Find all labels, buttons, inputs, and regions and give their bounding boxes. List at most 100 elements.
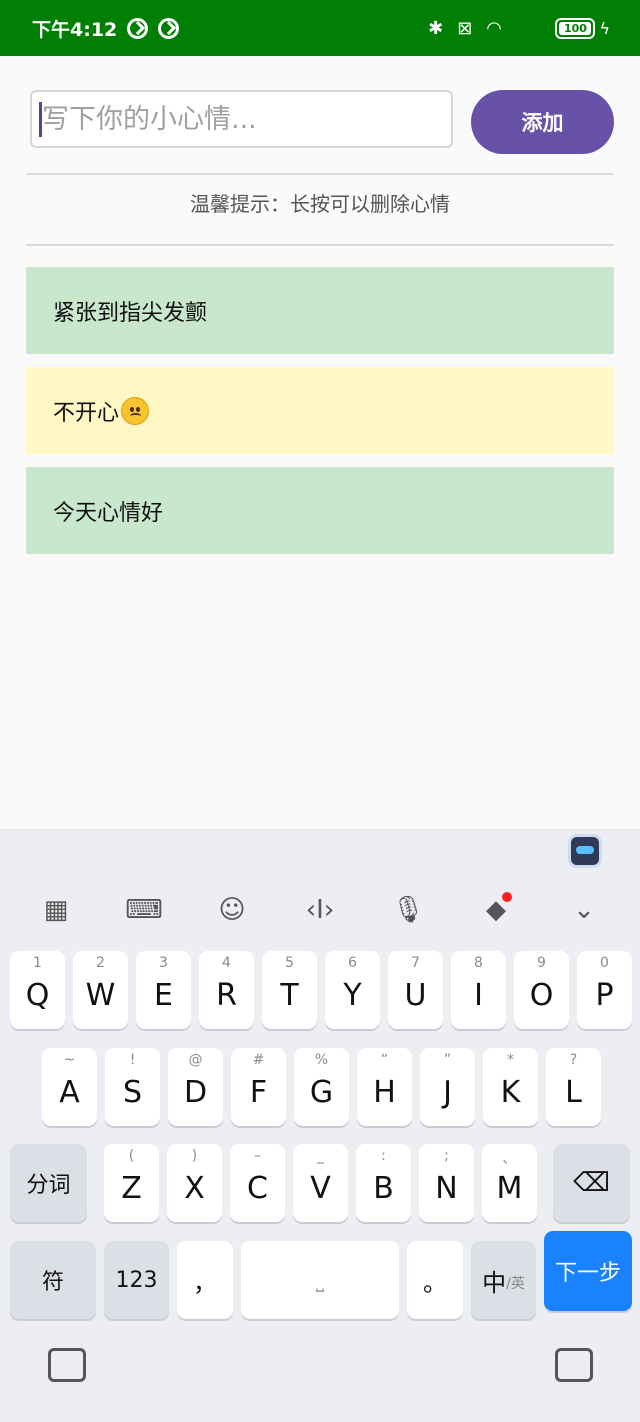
key-u[interactable]: 7U [388,951,443,1029]
backspace-key[interactable]: ⌫ [553,1144,630,1222]
key-label: Z [121,1170,142,1206]
mood-item[interactable]: 紧张到指尖发颤 [26,267,614,354]
key-label: 123 [115,1267,158,1293]
key-d[interactable]: @ D [168,1048,223,1126]
charging-icon: ϟ [599,19,610,38]
key-label: M [496,1170,523,1206]
keyboard-toolbar: ▦ ⌨ ☺ ‹I› 🎙 ◆ ⌄ [0,882,640,938]
no-sim-icon: ⊠ [457,17,473,39]
key-t[interactable]: 5T [262,951,317,1029]
key-hint: 2 [96,955,105,971]
status-time: 下午4:12 [32,18,118,41]
emoji-icon[interactable]: ☺ [212,890,252,930]
key-r[interactable]: 4R [199,951,254,1029]
key-f[interactable]: # F [231,1048,286,1126]
key-m[interactable]: 、 M [482,1144,537,1222]
key-label: S [122,1074,143,1110]
space-mic-icon: ⎵ [316,1268,324,1292]
battery-indicator: 100 ϟ [555,18,610,39]
key-hint: ( [128,1148,135,1164]
key-a[interactable]: ~ A [42,1048,97,1126]
key-label: U [404,977,427,1013]
status-bar: 下午4:12 ✱ ⊠ ◠ 100 ϟ [0,0,640,56]
divider [26,244,614,246]
key-z[interactable]: (Z [104,1144,159,1222]
key-i[interactable]: 8I [451,951,506,1029]
apps-grid-icon[interactable]: ▦ [36,890,76,930]
cursor-move-icon[interactable]: ‹I› [300,890,340,930]
key-label: A [59,1074,80,1110]
key-w[interactable]: 2W [73,951,128,1029]
key-label: H [373,1074,396,1110]
segment-key[interactable]: 分词 [10,1144,87,1222]
key-hint: 5 [285,955,294,971]
diamond-icon[interactable]: ◆ [476,890,516,930]
key-hint: ~ [63,1052,76,1068]
key-label: P [595,977,614,1013]
battery-level: 100 [559,22,592,35]
key-q[interactable]: 1Q [10,951,65,1029]
key-label: J [443,1074,452,1110]
key-hint: 1 [33,955,42,971]
key-y[interactable]: 6Y [325,951,380,1029]
add-button[interactable]: 添加 [471,90,614,154]
key-hint: _ [317,1148,324,1164]
key-hint: – [254,1148,261,1164]
key-label: R [216,977,237,1013]
comma-key[interactable]: ， [177,1241,233,1319]
key-g[interactable]: % G [294,1048,349,1126]
key-l[interactable]: ? L [546,1048,601,1126]
numeric-key[interactable]: 123 [104,1241,169,1319]
key-n[interactable]: ; N [419,1144,474,1222]
key-c[interactable]: – C [230,1144,285,1222]
mood-list: 紧张到指尖发颤 不开心今天心情好 [26,267,614,567]
key-label: F [249,1074,268,1110]
key-e[interactable]: 3E [136,951,191,1029]
key-hint: 8 [474,955,483,971]
key-v[interactable]: _ V [293,1144,348,1222]
status-icons: ✱ ⊠ ◠ [428,0,502,56]
assistant-bot-icon[interactable] [568,834,602,868]
language-key[interactable]: 中/英 [471,1241,536,1319]
keyboard-layout-icon[interactable]: ⌨ [124,890,164,930]
bluetooth-icon: ✱ [428,17,444,39]
symbol-key[interactable]: 符 [10,1241,96,1319]
key-hint: ? [569,1052,578,1068]
key-hint: “ [380,1052,389,1068]
clipboard-icon[interactable] [555,1348,593,1382]
key-label: B [373,1170,394,1206]
key-label: 分词 [26,1173,71,1198]
key-s[interactable]: ! S [105,1048,160,1126]
mood-item[interactable]: 不开心 [26,367,614,454]
notification-icon [158,17,180,39]
key-j[interactable]: ” J [420,1048,475,1126]
microphone-icon[interactable]: 🎙 [388,890,428,930]
key-label: K [500,1074,521,1110]
key-x[interactable]: ) X [167,1144,222,1222]
key-label: G [309,1074,334,1110]
language-sub-label: /英 [506,1276,525,1292]
key-label: I [474,977,483,1013]
key-hint: 4 [222,955,231,971]
period-key[interactable]: 。 [407,1241,463,1319]
key-hint: ! [129,1052,136,1068]
key-label: L [565,1074,582,1110]
mood-input[interactable] [30,90,453,148]
collapse-keyboard-icon[interactable]: ⌄ [564,890,604,930]
text-cursor [39,102,42,137]
key-label: V [310,1170,331,1206]
key-p[interactable]: 0P [577,951,632,1029]
key-k[interactable]: * K [483,1048,538,1126]
key-label: 下一步 [554,1261,621,1286]
space-key[interactable]: ⎵ [241,1241,399,1319]
key-hint: # [252,1052,265,1068]
key-o[interactable]: 9O [514,951,569,1029]
key-h[interactable]: “H [357,1048,412,1126]
switch-keyboard-icon[interactable] [48,1348,86,1382]
key-b[interactable]: :B [356,1144,411,1222]
mood-text: 今天心情好 [53,500,164,526]
key-hint: ” [443,1052,452,1068]
mood-item[interactable]: 今天心情好 [26,467,614,554]
key-label: Q [25,977,50,1013]
next-step-key[interactable]: 下一步 [544,1231,632,1311]
